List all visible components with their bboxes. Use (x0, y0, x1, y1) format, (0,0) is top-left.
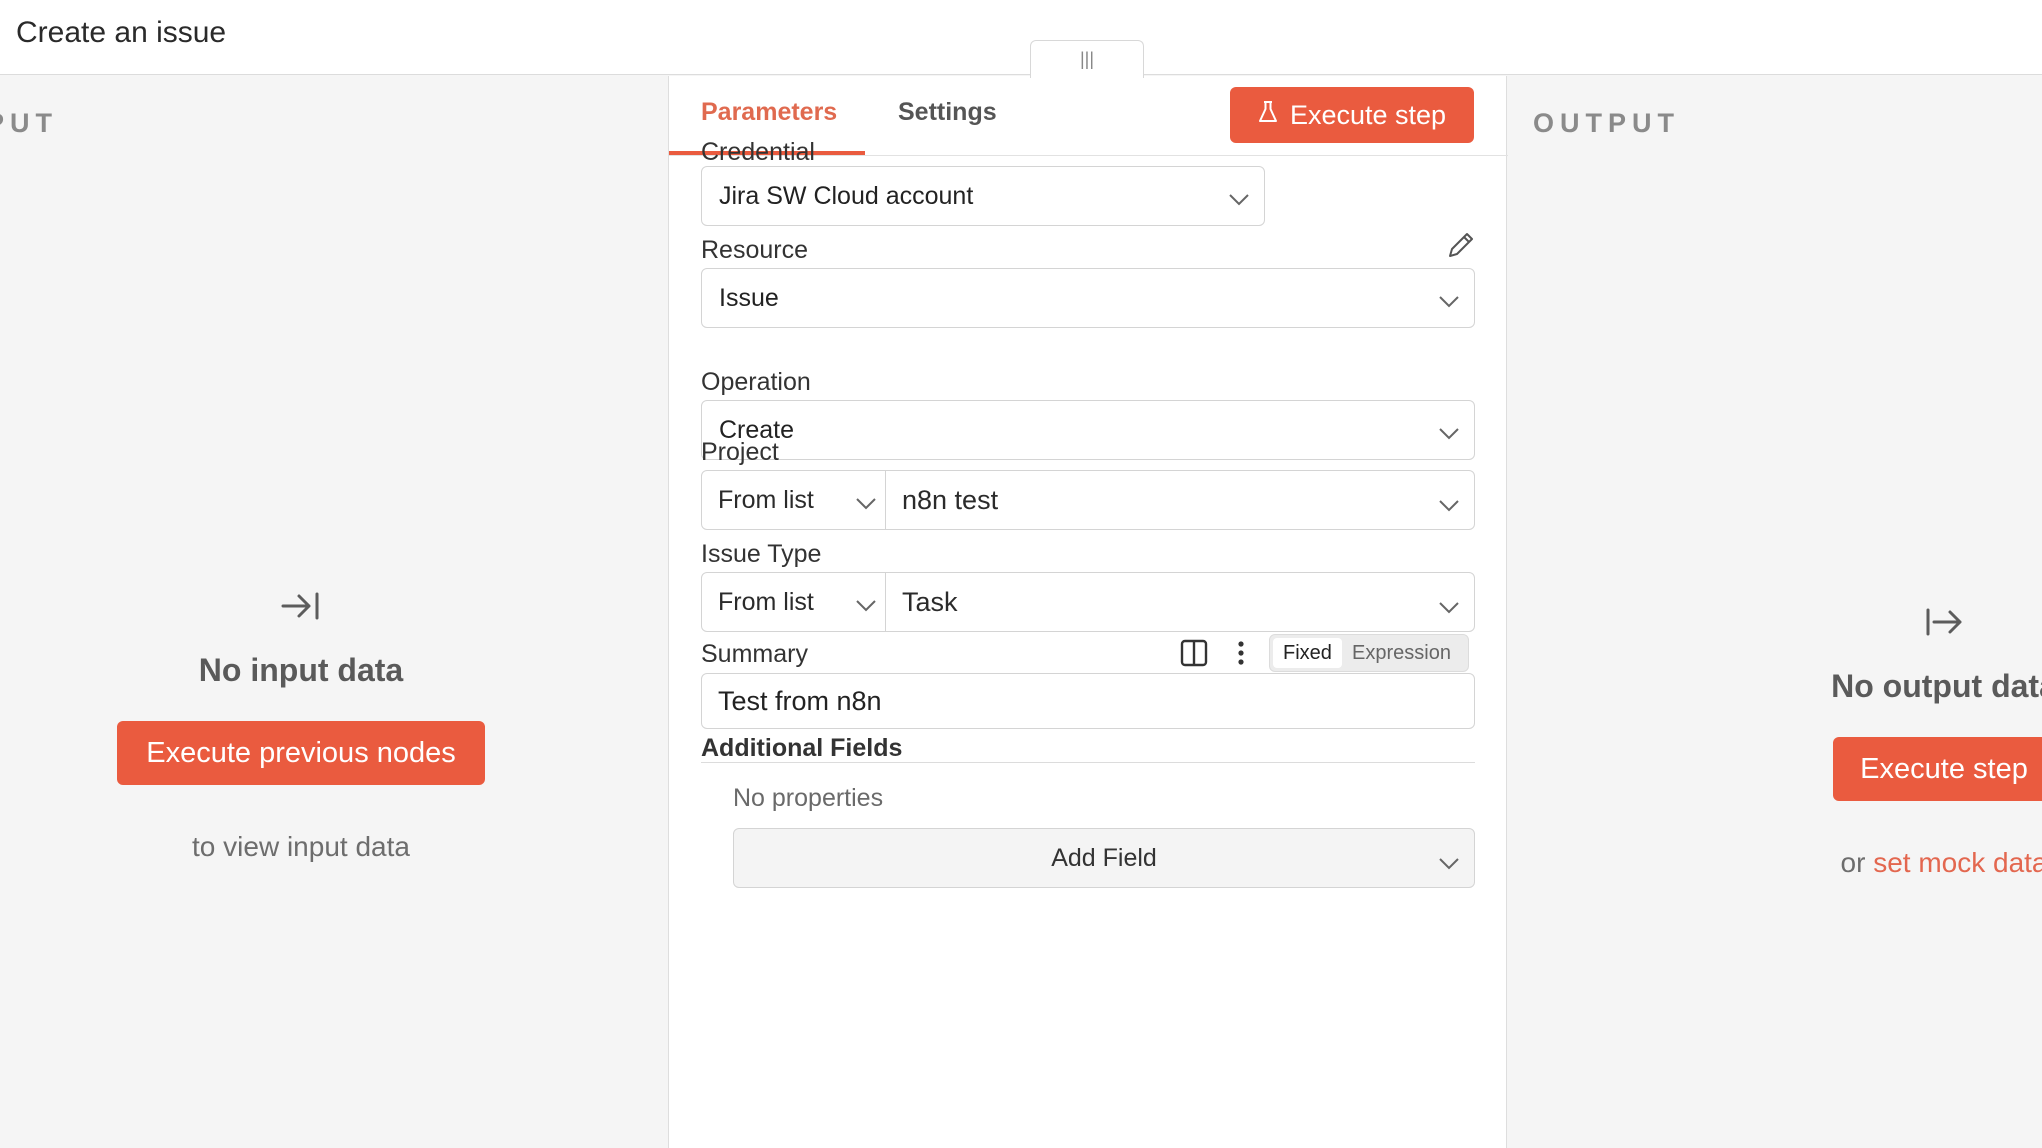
input-panel-heading: PUT (0, 108, 58, 138)
summary-input[interactable]: Test from n8n (701, 673, 1475, 729)
no-input-title: No input data (198, 652, 404, 688)
credential-select[interactable]: Jira SW Cloud account (701, 166, 1265, 226)
output-empty-state: No output data Execute step or set mock … (1741, 602, 2042, 879)
edit-credential-pencil-icon[interactable] (1444, 228, 1478, 262)
resource-label: Resource (701, 236, 808, 264)
no-properties-text: No properties (733, 784, 884, 812)
chevron-down-icon (1438, 591, 1459, 614)
add-field-button[interactable]: Add Field (733, 828, 1475, 888)
input-empty-state: No input data Execute previous nodes to … (0, 586, 602, 863)
arrow-right-to-bar-icon (281, 586, 321, 636)
resource-select[interactable]: Issue (701, 268, 1475, 328)
output-hint: or set mock data (1841, 847, 2042, 879)
operation-select[interactable]: Create (701, 400, 1475, 460)
chevron-down-icon (1228, 185, 1249, 206)
chevron-down-icon (855, 591, 876, 612)
set-mock-data-link[interactable]: set mock data (1873, 847, 2042, 878)
flask-icon (1258, 100, 1278, 131)
issue-type-label: Issue Type (701, 540, 822, 568)
node-title[interactable]: Create an issue (16, 16, 226, 50)
fixed-expression-toggle: Fixed Expression (1269, 634, 1469, 672)
chevron-down-icon (855, 489, 876, 510)
tab-settings[interactable]: Settings (898, 98, 997, 127)
project-mode-select[interactable]: From list (702, 471, 886, 529)
issue-type-mode-value: From list (718, 587, 814, 616)
arrow-from-bar-right-icon (1924, 602, 1964, 652)
chevron-down-icon (1438, 419, 1459, 440)
execute-previous-nodes-button[interactable]: Execute previous nodes (117, 721, 485, 785)
credential-label: Credential (701, 138, 815, 166)
project-locator: From list n8n test (701, 470, 1475, 530)
output-panel-heading: OUTPUT (1533, 108, 1680, 138)
resource-value: Issue (719, 283, 779, 312)
project-value-select[interactable]: n8n test (886, 471, 1474, 529)
chevron-down-icon (1438, 489, 1459, 512)
issue-type-mode-select[interactable]: From list (702, 573, 886, 631)
project-value: n8n test (902, 484, 999, 515)
chevron-down-icon (1438, 287, 1459, 308)
side-panel-icon[interactable] (1179, 638, 1209, 668)
project-label: Project (701, 438, 779, 466)
summary-label: Summary (701, 640, 808, 668)
section-divider (701, 762, 1475, 763)
execute-step-button[interactable]: Execute step (1230, 87, 1474, 143)
chevron-down-icon (1438, 849, 1459, 870)
output-hint-prefix: or (1840, 847, 1866, 878)
issue-type-value: Task (902, 586, 958, 617)
no-output-title: No output data (1831, 668, 2042, 704)
more-options-icon[interactable] (1235, 638, 1247, 668)
additional-fields-title: Additional Fields (701, 734, 903, 762)
issue-type-locator: From list Task (701, 572, 1475, 632)
credential-value: Jira SW Cloud account (719, 181, 974, 210)
operation-label: Operation (701, 368, 811, 396)
input-panel: PUT No input data Execute previous nodes… (0, 76, 668, 1148)
panel-drag-handle[interactable]: ||| (1030, 40, 1144, 78)
execute-step-output-button[interactable]: Execute step (1833, 737, 2042, 801)
tab-parameters[interactable]: Parameters (701, 98, 837, 127)
parameters-panel: Parameters Settings Execute step Credent… (668, 76, 1508, 1148)
input-hint: to view input data (192, 831, 410, 862)
add-field-label: Add Field (1051, 843, 1157, 872)
node-header: Create an issue (0, 0, 2042, 75)
toggle-expression[interactable]: Expression (1342, 638, 1461, 668)
output-panel: OUTPUT No output data Execute step or se… (1507, 76, 2042, 1148)
toggle-fixed[interactable]: Fixed (1273, 638, 1342, 668)
execute-step-label: Execute step (1289, 99, 1447, 130)
issue-type-value-select[interactable]: Task (886, 573, 1474, 631)
project-mode-value: From list (718, 485, 814, 514)
